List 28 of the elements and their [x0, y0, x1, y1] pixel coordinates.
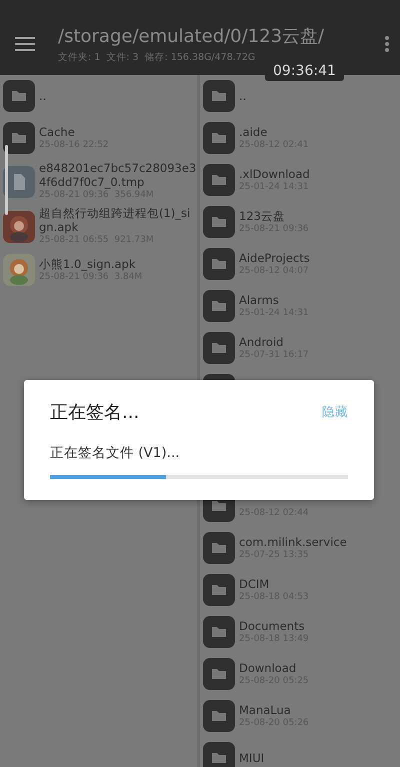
- file-name[interactable]: Cache: [39, 124, 109, 138]
- menu-icon[interactable]: [14, 36, 36, 52]
- file-icon: [3, 166, 35, 198]
- current-path: /storage/emulated/0/123云盘/: [58, 24, 326, 48]
- storage-summary: 文件夹: 1 文件: 3 储存: 156.38G/478.72G: [58, 50, 256, 64]
- file-name[interactable]: Android: [239, 334, 309, 348]
- dialog-title: 正在签名...: [50, 401, 140, 424]
- hide-button[interactable]: 隐藏: [322, 404, 348, 420]
- file-name[interactable]: ..: [239, 89, 246, 103]
- file-name[interactable]: 超自然行动组跨进程包(1)_sign.apk: [39, 206, 197, 234]
- file-name[interactable]: .xlDownload: [239, 166, 310, 180]
- more-options-icon[interactable]: [384, 34, 390, 52]
- clock-badge: 09:36:41: [265, 62, 344, 81]
- file-name[interactable]: 123云盘: [239, 208, 309, 222]
- file-name[interactable]: Documents: [239, 618, 309, 632]
- file-name[interactable]: ..: [39, 89, 46, 103]
- scroll-indicator: [5, 145, 8, 215]
- file-name[interactable]: DCIM: [239, 576, 309, 590]
- file-name[interactable]: .aide: [239, 124, 309, 138]
- file-name[interactable]: AideProjects: [239, 250, 310, 264]
- file-name[interactable]: MIUI: [239, 751, 264, 765]
- file-name[interactable]: Download: [239, 660, 309, 674]
- file-name[interactable]: Alarms: [239, 292, 309, 306]
- file-name[interactable]: com.milink.service: [239, 534, 347, 548]
- file-name[interactable]: e848201ec7bc57c28093e34f6dd7f0c7_0.tmp: [39, 161, 197, 189]
- file-name[interactable]: ManaLua: [239, 702, 309, 716]
- file-name[interactable]: 小熊1.0_sign.apk: [39, 256, 142, 270]
- dialog-message: 正在签名文件 (V1)...: [50, 444, 181, 462]
